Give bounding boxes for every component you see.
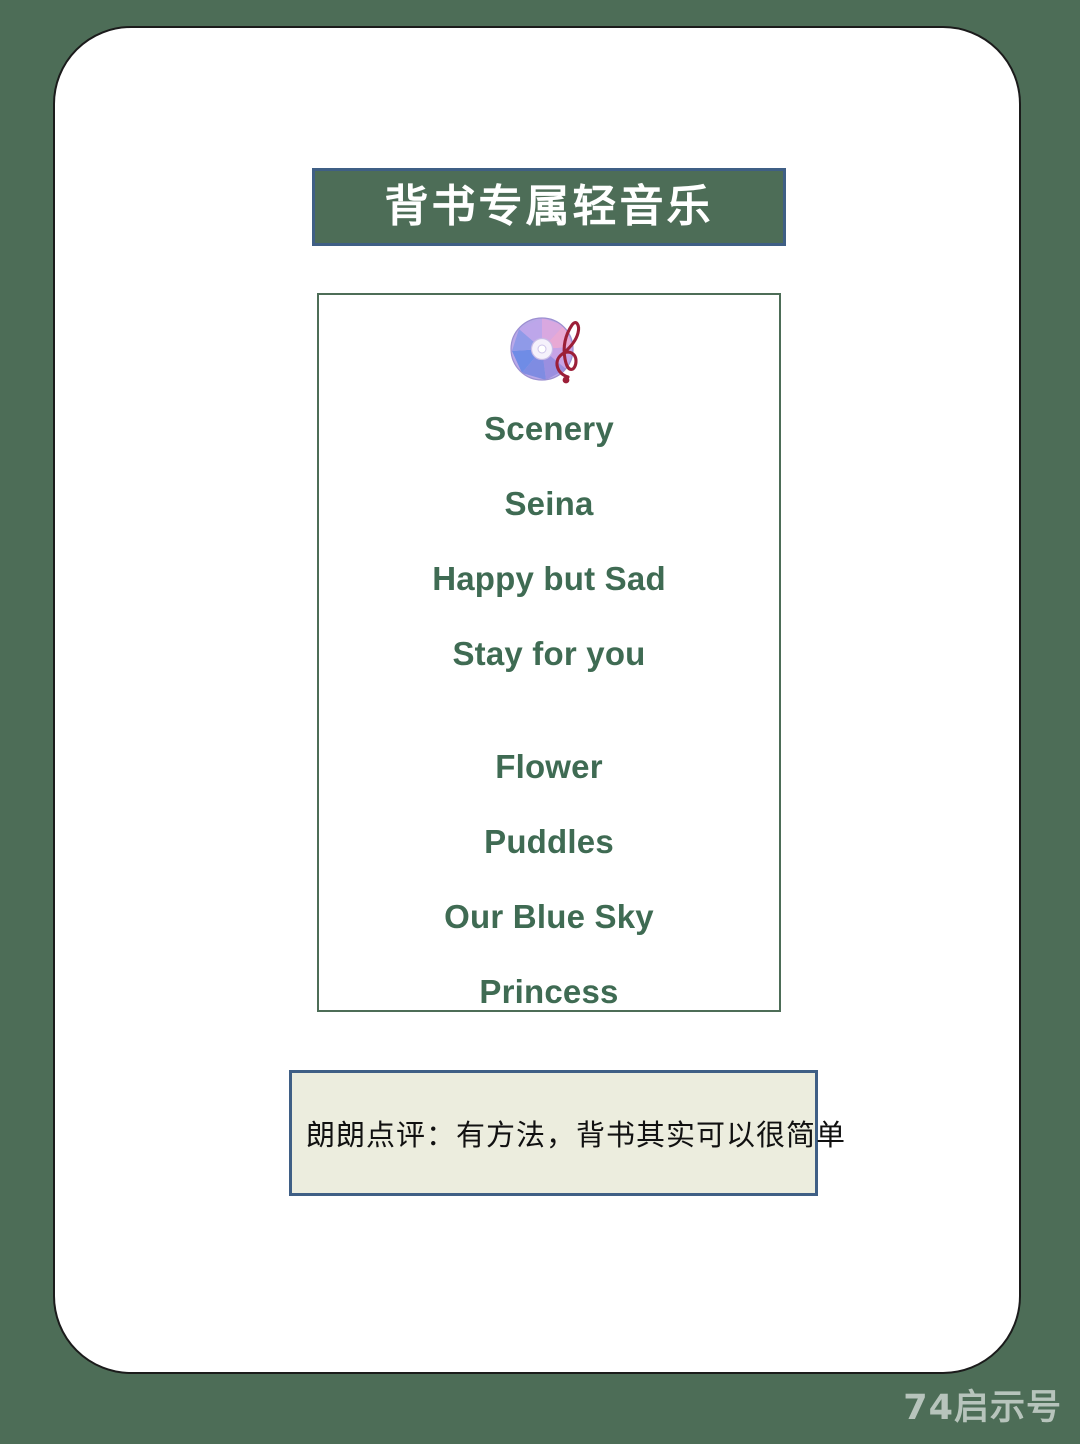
page-title: 背书专属轻音乐 [384,181,714,232]
song-item: Our Blue Sky [444,898,654,935]
song-item: Stay for you [452,635,646,672]
cd-music-icon [319,311,779,385]
song-item: Happy but Sad [432,560,666,597]
page-title-banner: 背书专属轻音乐 [312,168,786,246]
song-item: Seina [504,485,594,522]
comment-box: 朗朗点评：有方法，背书其实可以很简单 [289,1070,845,1196]
song-item: Scenery [484,410,614,447]
song-item: Princess [479,973,619,1010]
song-list: Scenery Seina Happy but Sad Stay for you Flo… [319,391,779,1029]
song-item: Puddles [484,823,614,860]
song-item: Flower [495,748,603,785]
playlist-panel: Scenery Seina Happy but Sad Stay for you Flo… [317,293,781,1012]
content-card: 背书专属轻音乐 Scenery Seina Happy but Sad Stay… [53,26,1021,1374]
watermark: 74启示号 [903,1388,1062,1428]
comment-text: 朗朗点评：有方法，背书其实可以很简单 [306,1118,847,1152]
